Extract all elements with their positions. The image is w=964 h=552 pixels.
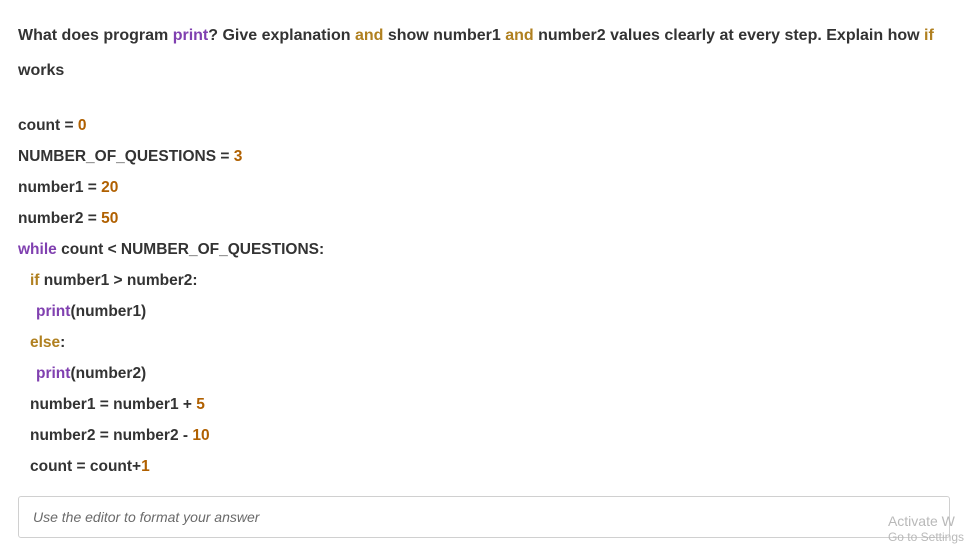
code-block: count = 0 NUMBER_OF_QUESTIONS = 3 number…: [18, 110, 950, 482]
code-text: NUMBER_OF_QUESTIONS =: [18, 148, 234, 165]
code-text: number1 > number2:: [39, 272, 197, 289]
code-line: number2 = number2 - 10: [18, 420, 950, 451]
question-text-fragment: number2 values clearly at every step. Ex…: [534, 27, 924, 44]
code-text: number1 = number1 +: [30, 396, 196, 413]
keyword-if: if: [924, 27, 934, 44]
code-line: count = count+1: [18, 451, 950, 482]
keyword-print: print: [36, 365, 70, 382]
question-text-fragment: works: [18, 62, 64, 79]
code-text: :: [60, 334, 65, 351]
answer-editor[interactable]: Use the editor to format your answer: [18, 496, 950, 538]
code-line: if number1 > number2:: [18, 265, 950, 296]
code-line: count = 0: [18, 110, 950, 141]
code-line: number2 = 50: [18, 203, 950, 234]
code-text: number2 =: [18, 210, 101, 227]
code-text: (number2): [70, 365, 146, 382]
answer-placeholder: Use the editor to format your answer: [33, 509, 259, 525]
question-content: What does program print? Give explanatio…: [0, 0, 964, 482]
question-text-fragment: show number1: [383, 27, 505, 44]
code-text: count < NUMBER_OF_QUESTIONS:: [57, 241, 324, 258]
keyword-print: print: [173, 27, 209, 44]
code-text: count = count+: [30, 458, 141, 475]
code-number: 3: [234, 148, 243, 165]
code-line: NUMBER_OF_QUESTIONS = 3: [18, 141, 950, 172]
question-text-fragment: What does program: [18, 27, 173, 44]
code-line: number1 = 20: [18, 172, 950, 203]
code-line: while count < NUMBER_OF_QUESTIONS:: [18, 234, 950, 265]
keyword-and: and: [505, 27, 533, 44]
code-text: number1 =: [18, 179, 101, 196]
keyword-while: while: [18, 241, 57, 258]
keyword-else: else: [30, 334, 60, 351]
code-text: (number1): [70, 303, 146, 320]
code-line: else:: [18, 327, 950, 358]
question-text-fragment: ? Give explanation: [208, 27, 355, 44]
code-number: 20: [101, 179, 118, 196]
code-text: count =: [18, 117, 78, 134]
code-line: print(number1): [18, 296, 950, 327]
question-prompt: What does program print? Give explanatio…: [18, 18, 950, 88]
keyword-print: print: [36, 303, 70, 320]
code-line: print(number2): [18, 358, 950, 389]
code-number: 5: [196, 396, 205, 413]
code-number: 0: [78, 117, 87, 134]
code-number: 1: [141, 458, 150, 475]
code-number: 50: [101, 210, 118, 227]
keyword-and: and: [355, 27, 383, 44]
code-number: 10: [192, 427, 209, 444]
code-line: number1 = number1 + 5: [18, 389, 950, 420]
code-text: number2 = number2 -: [30, 427, 192, 444]
